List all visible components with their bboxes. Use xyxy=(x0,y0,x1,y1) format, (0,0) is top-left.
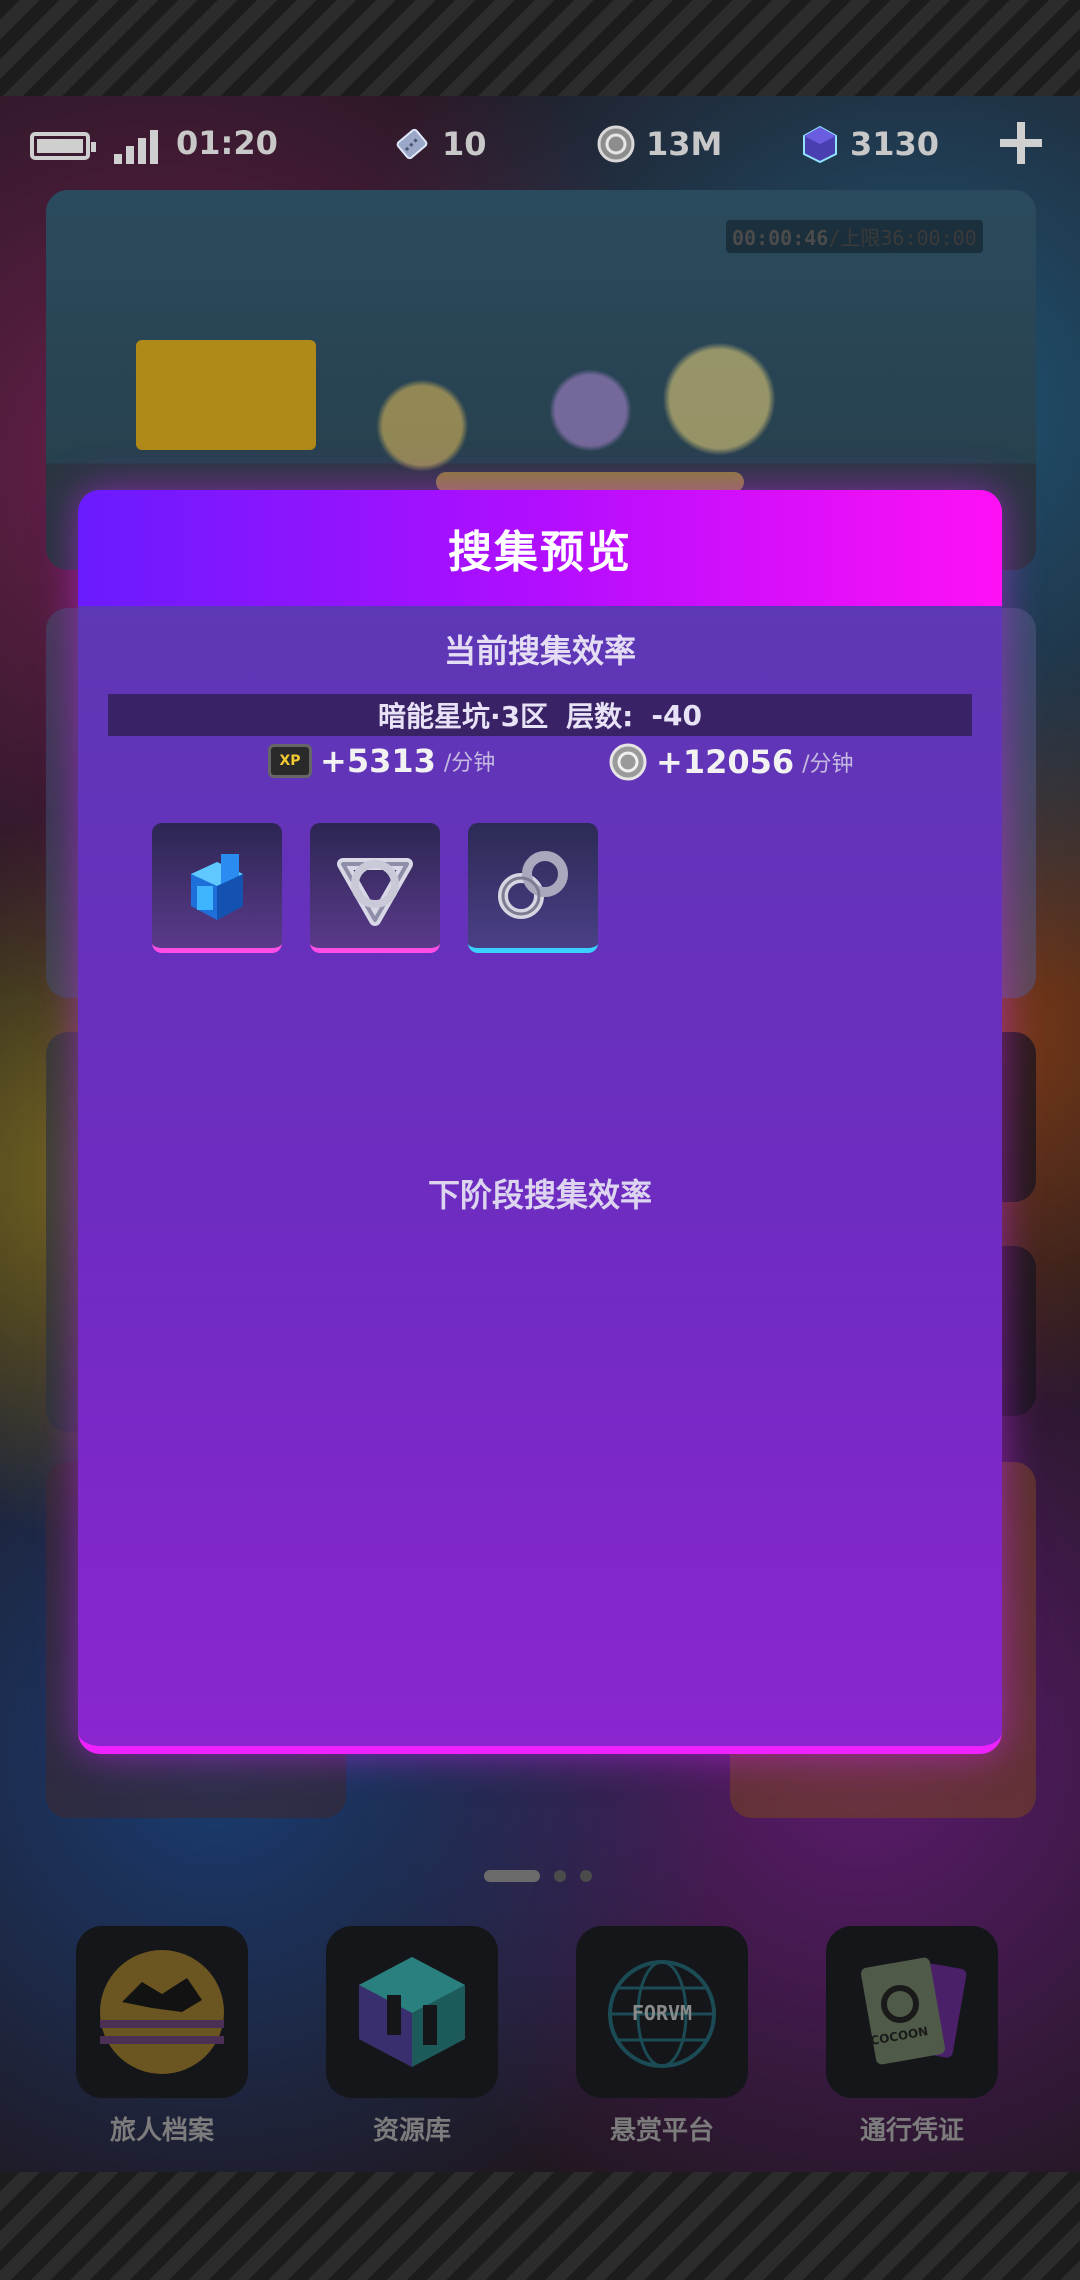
xp-rate-value: +5313 xyxy=(320,742,436,780)
rates-row: XP +5313 /分钟 +12056 /分钟 xyxy=(78,742,1002,782)
crystal-counter[interactable]: 3130 xyxy=(800,124,939,164)
next-stage-efficiency-title: 下阶段搜集效率 xyxy=(427,1176,652,1214)
dock-item-resource-library[interactable]: 资源库 xyxy=(326,1926,498,2147)
coin-count: 13M xyxy=(646,125,723,163)
depth-label: 层数: xyxy=(566,700,634,733)
add-resource-button[interactable] xyxy=(996,118,1046,168)
coin-icon xyxy=(597,125,635,163)
bottom-stripe-bar xyxy=(0,2172,1080,2280)
item-slot-infinity-chain[interactable] xyxy=(468,823,598,953)
crystal-count: 3130 xyxy=(850,125,940,163)
dock-label-pass-credential: 通行凭证 xyxy=(859,2116,964,2146)
xp-rate: XP +5313 /分钟 xyxy=(268,742,495,780)
pass-card-icon: COCOON xyxy=(826,1926,998,2098)
collection-preview-modal: 搜集预览 当前搜集效率 暗能星坑·3区 层数: -40 XP +5313 /分钟… xyxy=(78,490,1002,1754)
timer-elapsed: 00:00:46 xyxy=(732,226,829,250)
resource-library-icon xyxy=(326,1926,498,2098)
xp-rate-unit: /分钟 xyxy=(443,751,496,776)
traveler-archive-icon xyxy=(76,1926,248,2098)
dock-item-bounty-platform[interactable]: FORVM 悬赏平台 xyxy=(576,1926,748,2147)
coin-rate-unit: /分钟 xyxy=(802,752,854,777)
page-dot[interactable] xyxy=(554,1870,566,1882)
xp-chip-icon: XP xyxy=(268,744,312,778)
page-indicator xyxy=(484,1870,592,1882)
dock-item-traveler-archive[interactable]: 旅人档案 xyxy=(76,1926,248,2147)
clock: 01:20 xyxy=(176,124,278,162)
page-dot-active xyxy=(484,1870,540,1882)
item-slot-triangle-ring[interactable] xyxy=(310,823,440,953)
excavator-image xyxy=(136,340,316,450)
zone-name: 暗能星坑·3区 xyxy=(378,700,549,733)
modal-title: 搜集预览 xyxy=(448,527,632,578)
dock-label-bounty-platform: 悬赏平台 xyxy=(609,2116,714,2146)
dock-label-traveler-archive: 旅人档案 xyxy=(109,2116,214,2146)
ticket-icon xyxy=(396,128,428,160)
item-slot-blue-block[interactable] xyxy=(152,823,282,953)
signal-icon xyxy=(114,126,164,164)
ticket-count: 10 xyxy=(442,125,487,163)
triangle-ring-icon xyxy=(337,857,413,926)
depth-value: -40 xyxy=(651,698,702,732)
blue-block-cube-icon xyxy=(191,853,243,920)
collection-timer: 00:00:46/上限36:00:00 xyxy=(726,220,983,253)
modal-header: 搜集预览 xyxy=(78,490,1002,606)
coin-counter[interactable]: 13M xyxy=(596,124,722,164)
current-efficiency-title: 当前搜集效率 xyxy=(443,632,636,670)
coin-icon xyxy=(609,743,647,781)
page-dot[interactable] xyxy=(580,1870,592,1882)
coin-rate-value: +12056 xyxy=(656,743,795,781)
zone-info-strip: 暗能星坑·3区 层数: -40 xyxy=(108,694,972,736)
timer-limit: /上限36:00:00 xyxy=(828,226,977,250)
forum-globe-icon: FORVM xyxy=(576,1926,748,2098)
drop-items-list xyxy=(152,823,598,953)
ticket-counter[interactable]: 10 xyxy=(392,124,487,164)
dock-item-pass-credential[interactable]: COCOON 通行凭证 xyxy=(826,1926,998,2147)
top-stripe-bar xyxy=(0,0,1080,96)
crystal-cube-icon xyxy=(803,125,837,164)
bottom-dock: 旅人档案 资源库 FORVM 悬赏平台 COCOON 通行凭证 xyxy=(0,1926,1080,2146)
status-bar: 01:20 10 13M 3130 xyxy=(0,110,1080,180)
coin-rate: +12056 /分钟 xyxy=(608,742,854,782)
infinity-chain-icon xyxy=(498,850,568,919)
forum-icon-text: FORVM xyxy=(632,2001,692,2025)
battery-icon xyxy=(30,132,96,160)
dock-label-resource-library: 资源库 xyxy=(372,2116,451,2146)
collection-progress-bar xyxy=(436,472,744,492)
